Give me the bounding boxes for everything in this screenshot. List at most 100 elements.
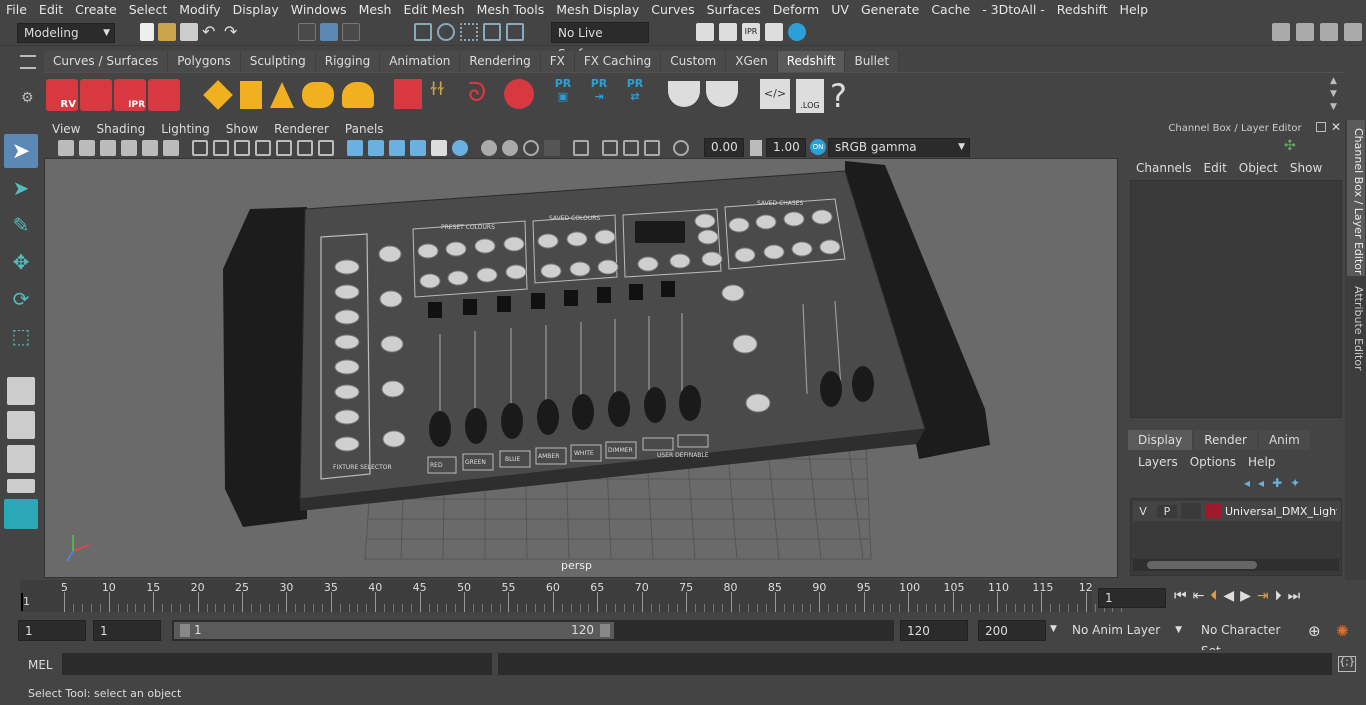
depth-of-field-icon[interactable] — [544, 140, 560, 156]
mel-label[interactable]: MEL — [28, 658, 53, 672]
current-time-indicator[interactable] — [21, 593, 23, 611]
layer-menu-help[interactable]: Help — [1242, 455, 1281, 469]
close-icon[interactable]: ✕ — [1331, 120, 1341, 134]
shelf-tab-sculpting[interactable]: Sculpting — [240, 51, 316, 72]
live-surface-field[interactable]: No Live Surface — [551, 22, 649, 61]
colorspace-dropdown[interactable]: sRGB gamma ▼ — [828, 138, 970, 157]
time-slider[interactable]: 5 10 15 20 25 30 35 40 45 50 55 60 65 70 75 80 85 90 95 100… — [0, 580, 1366, 615]
shelf-menu-icon[interactable] — [20, 55, 36, 69]
safe-title-icon[interactable] — [318, 140, 334, 156]
save-scene-icon[interactable] — [180, 23, 198, 41]
end-time-field[interactable]: 120 — [900, 620, 968, 641]
auto-key-icon[interactable]: ⊕ — [1308, 622, 1321, 640]
toggle-panels-icon[interactable] — [1272, 23, 1290, 41]
rs-sun-light-icon[interactable] — [342, 82, 374, 108]
snap-curve-icon[interactable] — [437, 23, 455, 41]
select-tool-icon[interactable]: ➤ — [4, 134, 38, 168]
step-back-key-icon[interactable]: ⇤ — [1193, 588, 1205, 604]
layer-menu-layers[interactable]: Layers — [1132, 455, 1184, 469]
move-tool-icon[interactable]: ✥ — [4, 245, 38, 279]
layout-icon[interactable] — [1320, 23, 1338, 41]
resolution-gate-icon[interactable] — [234, 140, 250, 156]
rs-pr-box-icon[interactable]: PR ▣ — [550, 77, 576, 113]
camera-icon[interactable] — [58, 140, 74, 156]
preferences-icon[interactable]: ✺ — [1336, 622, 1349, 640]
xray-icon[interactable] — [602, 140, 618, 156]
layer-scrollbar[interactable] — [1133, 559, 1339, 571]
shelf-tab-fx-caching[interactable]: FX Caching — [574, 51, 662, 72]
shelf-scroll-icons[interactable]: ▲ ▼ ▼ — [1330, 75, 1344, 114]
new-scene-icon[interactable] — [140, 23, 154, 41]
snap-grid-icon[interactable] — [414, 23, 432, 41]
rotate-tool-icon[interactable]: ⟳ — [4, 282, 38, 316]
anim-layer-dropdown[interactable]: No Anim Layer ▼ — [1066, 620, 1184, 641]
menu-modify[interactable]: Modify — [173, 0, 226, 20]
menu-file[interactable]: File — [0, 0, 33, 20]
shelf-tab-fx[interactable]: FX — [540, 51, 575, 72]
channel-box-menu-edit[interactable]: Edit — [1198, 161, 1233, 175]
shelf-tab-redshift[interactable]: Redshift — [777, 51, 846, 72]
scrollbar-thumb[interactable] — [1147, 561, 1257, 569]
layer-color-swatch[interactable] — [1205, 504, 1221, 518]
shadows-icon[interactable] — [452, 140, 468, 156]
viewport-menu-view[interactable]: View — [44, 120, 88, 138]
viewport-menu-shading[interactable]: Shading — [88, 120, 153, 138]
layout-four-icon[interactable] — [7, 411, 35, 439]
rs-bowl-icon[interactable] — [668, 81, 700, 107]
layer-tab-display[interactable]: Display — [1128, 430, 1193, 450]
motion-blur-icon[interactable] — [502, 140, 518, 156]
field-chart-icon[interactable] — [276, 140, 292, 156]
rs-render-view-icon[interactable]: RV — [46, 79, 78, 111]
exposure-icon[interactable] — [673, 140, 689, 156]
undo-icon[interactable]: ↶ — [202, 23, 220, 41]
menu-cache[interactable]: Cache — [925, 0, 976, 20]
channel-box-menu-channels[interactable]: Channels — [1130, 161, 1198, 175]
rs-ipr-icon[interactable]: IPR — [114, 79, 146, 111]
bookmark-icon[interactable] — [100, 140, 116, 156]
layer-visibility-toggle[interactable]: V — [1133, 505, 1153, 518]
rs-log-icon[interactable]: .LOG — [796, 79, 824, 113]
step-back-frame-icon[interactable]: ⏴ — [1210, 588, 1217, 604]
menu-create[interactable]: Create — [69, 0, 123, 20]
menu-mesh-display[interactable]: Mesh Display — [550, 0, 645, 20]
step-forward-frame-icon[interactable]: ⏵ — [1275, 588, 1282, 604]
channel-box-toggle-icon[interactable] — [1344, 23, 1362, 41]
rs-pie-icon[interactable] — [706, 81, 738, 107]
layer-row[interactable]: V P Universal_DMX_Light_C — [1133, 501, 1341, 521]
rs-spot-light-icon[interactable] — [270, 82, 294, 108]
render-view-icon[interactable] — [696, 23, 714, 41]
layer-tab-render[interactable]: Render — [1194, 430, 1257, 450]
menu-select[interactable]: Select — [123, 0, 174, 20]
color-management-icon[interactable]: ON — [810, 139, 826, 155]
render-current-icon[interactable] — [719, 23, 737, 41]
gamma-field[interactable]: 1.00 — [766, 138, 806, 157]
rs-pr-swap-icon[interactable]: PR ⇄ — [622, 77, 648, 113]
layer-menu-options[interactable]: Options — [1184, 455, 1242, 469]
channel-box-menu-show[interactable]: Show — [1284, 161, 1328, 175]
range-handle[interactable]: 1 120 — [174, 622, 614, 639]
anim-end-field[interactable]: 200 — [978, 620, 1046, 641]
gear-icon[interactable]: ⚙ — [21, 90, 34, 106]
menu-display[interactable]: Display — [227, 0, 285, 20]
2d-pan-icon[interactable] — [142, 140, 158, 156]
isolate-select-icon[interactable] — [573, 140, 589, 156]
shelf-tab-bullet[interactable]: Bullet — [845, 51, 900, 72]
xray-joints-icon[interactable] — [623, 140, 639, 156]
rs-script-icon[interactable]: </> — [760, 79, 790, 109]
start-time-field[interactable]: 1 — [18, 620, 86, 641]
select-object-icon[interactable] — [320, 23, 338, 41]
go-to-end-icon[interactable]: ⏭ — [1288, 588, 1301, 604]
layer-playback-toggle[interactable]: P — [1157, 504, 1177, 518]
ambient-occlusion-icon[interactable] — [481, 140, 497, 156]
menu-3dtoall[interactable]: - 3DtoAll - — [976, 0, 1051, 20]
range-end-grip[interactable] — [600, 624, 610, 637]
layout-single-icon[interactable] — [7, 377, 35, 405]
menu-generate[interactable]: Generate — [855, 0, 925, 20]
shelf-tab-xgen[interactable]: XGen — [726, 51, 778, 72]
viewport-menu-lighting[interactable]: Lighting — [153, 120, 218, 138]
command-input[interactable] — [62, 653, 492, 675]
select-hierarchy-icon[interactable] — [298, 23, 316, 41]
rs-curve-icon[interactable]: ᘐ — [468, 79, 496, 109]
current-frame-field[interactable]: 1 — [1098, 588, 1166, 608]
rs-hair-icon[interactable]: ɫɫ — [430, 79, 460, 109]
